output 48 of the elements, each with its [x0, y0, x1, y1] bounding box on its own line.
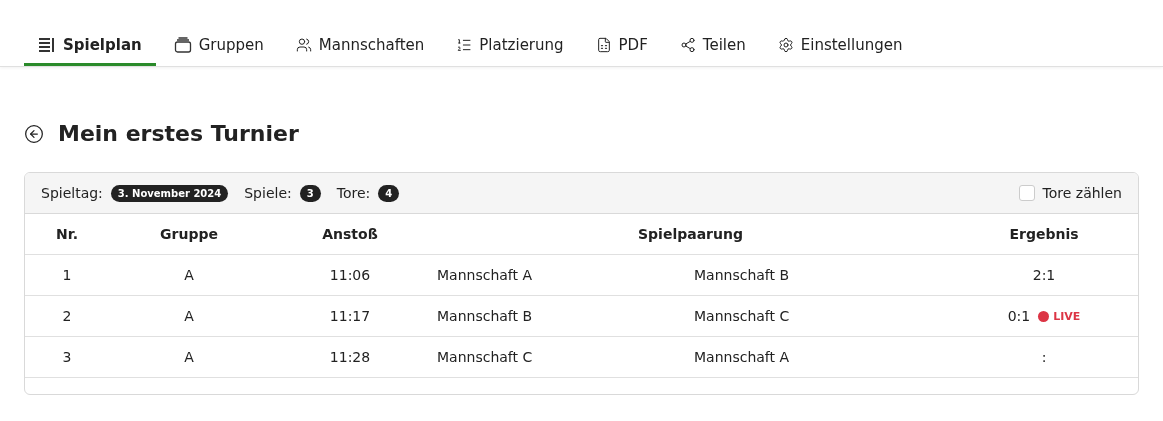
tab[interactable]: Mannschaften [281, 26, 439, 66]
column-header: Nr. [55, 226, 79, 242]
checkbox-label: Tore zählen [1042, 185, 1122, 201]
tab[interactable]: PDF [581, 26, 662, 66]
table-cell-text: Mannschaft B [693, 267, 791, 283]
back-icon[interactable] [24, 123, 44, 144]
table-cell-text: Mannschaft B [436, 308, 534, 324]
result-text: 2:1 [1032, 267, 1056, 283]
date-badge: 3. November 2024 [110, 184, 229, 202]
table-cell-text: Mannschaft A [693, 349, 791, 365]
table-cell-text: Mannschaft A [436, 267, 534, 283]
column-header: Ergebnis [1008, 226, 1080, 242]
table-cell-text: 3 [61, 349, 73, 365]
page-title: Mein erstes Turnier [58, 121, 299, 146]
settings-icon [777, 37, 794, 53]
table-cell-text: A [183, 349, 195, 365]
live-indicator: LIVE [1038, 309, 1081, 323]
matchday-label: Spieltag: [41, 185, 103, 201]
table-cell-text: 11:06 [328, 267, 372, 283]
table-cell-text: Mannschaft C [693, 308, 791, 324]
tab[interactable]: Teilen [665, 26, 760, 66]
list-icon [456, 37, 473, 53]
table-cell-text: 2 [61, 308, 73, 324]
count-badge: 3 [299, 184, 321, 202]
tab[interactable]: Einstellungen [763, 26, 917, 66]
share-icon [679, 37, 696, 53]
column-header: Gruppe [159, 226, 219, 242]
table-cell-text: Mannschaft C [436, 349, 534, 365]
table-cell-text: 11:17 [328, 308, 372, 324]
column-header: Anstoß [321, 226, 379, 242]
result-text: : [1041, 349, 1047, 365]
table-cell-text: 1 [61, 267, 73, 283]
column-header: Spielpaarung [637, 226, 744, 242]
tab[interactable]: Gruppen [159, 26, 278, 66]
table-cell-text: A [183, 308, 195, 324]
result-text: 0:1 [1007, 308, 1031, 324]
games-label: Spiele: [244, 185, 292, 201]
table-cell-text: A [183, 267, 195, 283]
stack-icon [173, 37, 192, 53]
users-icon [295, 37, 312, 53]
table-cell-text: 11:28 [328, 349, 372, 365]
tab[interactable]: Platzierung [442, 26, 578, 66]
schedule-icon [38, 37, 56, 53]
document-icon [595, 37, 612, 53]
goals-label: Tore: [336, 185, 371, 201]
checkbox[interactable] [1018, 185, 1035, 201]
count-badge: 4 [378, 184, 400, 202]
tab[interactable]: Spielplan [24, 26, 156, 66]
